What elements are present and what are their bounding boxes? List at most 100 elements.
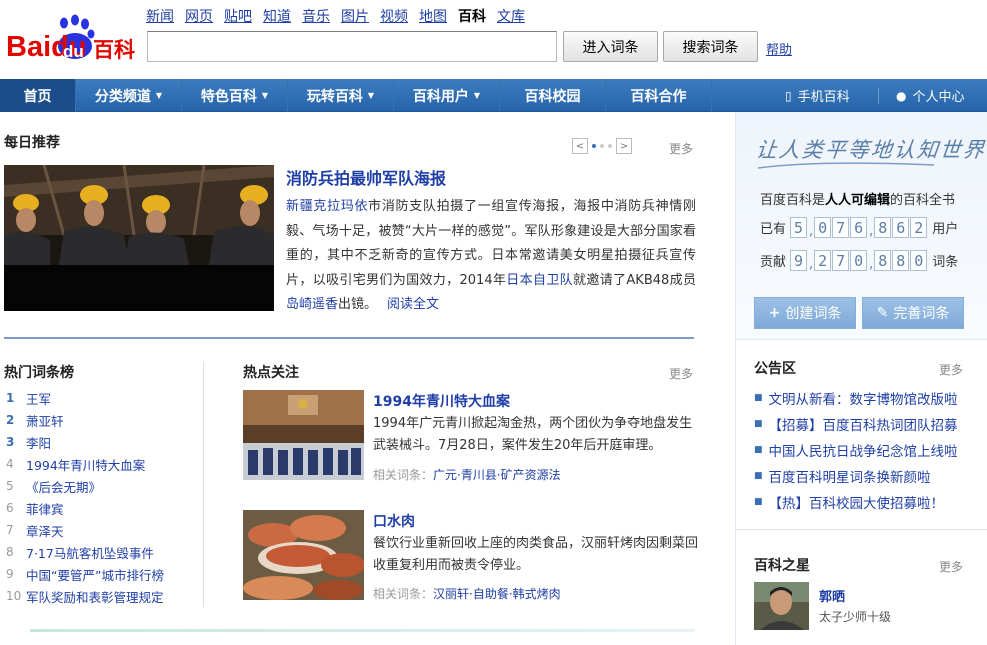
user-icon: ●: [896, 88, 907, 103]
notice-more-link[interactable]: 更多: [939, 361, 963, 378]
related-entries-link[interactable]: 广元·青川县·矿产资源法: [433, 468, 561, 482]
caret-down-icon: ▼: [367, 91, 375, 100]
caret-down-icon: ▼: [155, 91, 163, 100]
daily-feature-image[interactable]: [4, 165, 274, 311]
carousel-prev-button[interactable]: <: [572, 138, 588, 154]
notice-item[interactable]: ■ 【招募】百度百科热词团队招募: [754, 411, 958, 437]
daily-headline-link[interactable]: 消防兵拍最帅军队海报: [286, 165, 446, 189]
product-nav-link[interactable]: 文库: [497, 6, 525, 26]
hot-entry-item: 7 章泽天: [6, 519, 164, 541]
product-nav-link[interactable]: 新闻: [146, 6, 174, 26]
svg-text:du: du: [63, 42, 84, 61]
bullet-icon: ■: [754, 393, 763, 403]
main-nav-item[interactable]: 首页: [0, 79, 76, 112]
notice-item[interactable]: ■ 文明从新看：数字博物馆改版啦: [754, 385, 958, 411]
carousel-dot[interactable]: [600, 144, 604, 148]
star-name-link[interactable]: 郭晒: [819, 586, 845, 605]
product-nav-link[interactable]: 网页: [185, 6, 213, 26]
hot-entry-link[interactable]: 章泽天: [26, 521, 64, 540]
logo-product-text: 百科: [93, 38, 135, 62]
improve-entry-button[interactable]: ✎ 完善词条: [862, 297, 964, 329]
enter-entry-button[interactable]: 进入词条: [563, 31, 658, 62]
baidu-baike-logo[interactable]: Baidu du 百科: [4, 12, 139, 64]
personal-center-link[interactable]: ● 个人中心: [896, 79, 965, 112]
hot-entry-item: 2 萧亚轩: [6, 409, 164, 431]
rank-number: 2: [6, 413, 15, 427]
product-nav-link[interactable]: 音乐: [302, 6, 330, 26]
main-nav-label: 玩转百科: [306, 88, 363, 105]
slogan-underline: [757, 162, 935, 169]
mobile-baike-label: 手机百科: [797, 90, 850, 105]
counter-digit: 9: [790, 250, 808, 271]
product-nav-link[interactable]: 知道: [263, 6, 291, 26]
read-more-link[interactable]: 阅读全文: [387, 297, 439, 312]
hotspot-title-link[interactable]: 1994年青川特大血案: [373, 391, 510, 411]
hotspot-desc: 1994年广元青川掀起淘金热，两个团伙为争夺地盘发生武装械斗。7月28日，案件发…: [373, 416, 693, 453]
hot-entry-link[interactable]: 军队奖励和表彰管理规定: [26, 587, 164, 606]
main-nav-item[interactable]: 特色百科 ▼: [182, 79, 288, 112]
product-nav-link[interactable]: 贴吧: [224, 6, 252, 26]
hotspot-title-link[interactable]: 口水肉: [373, 511, 415, 531]
main-nav-item[interactable]: 分类频道 ▼: [76, 79, 182, 112]
hot-entry-link[interactable]: 李阳: [26, 433, 51, 452]
star-avatar[interactable]: [754, 582, 809, 630]
related-entries-link[interactable]: 汉丽轩·自助餐·韩式烤肉: [433, 587, 561, 601]
product-nav-link[interactable]: 视频: [380, 6, 408, 26]
main-nav-item[interactable]: 玩转百科 ▼: [288, 79, 394, 112]
hotspot-desc: 餐饮行业重新回收上座的肉类食品，汉丽轩烤肉因剩菜回收重复利用而被责令停业。: [373, 536, 699, 573]
hot-entry-link[interactable]: 7·17马航客机坠毁事件: [26, 543, 154, 562]
related-label: 相关词条：: [373, 587, 434, 601]
main-nav-label: 特色百科: [200, 88, 257, 105]
carousel-dot[interactable]: [592, 144, 596, 148]
carousel-dot[interactable]: [608, 144, 612, 148]
product-nav-link[interactable]: 百科: [458, 6, 486, 26]
notice-text: 【招募】百度百科热词团队招募: [768, 418, 958, 434]
plus-icon: +: [768, 305, 781, 321]
product-nav-link[interactable]: 地图: [419, 6, 447, 26]
inline-entry-link[interactable]: 新疆克拉玛依: [286, 199, 368, 214]
create-entry-button[interactable]: + 创建词条: [754, 297, 856, 329]
caret-down-icon: ▼: [261, 91, 269, 100]
daily-more-link[interactable]: 更多: [669, 140, 693, 157]
star-title: 百科之星: [754, 558, 810, 574]
main-nav-item[interactable]: 百科合作: [606, 79, 712, 112]
hot-entry-item: 4 1994年青川特大血案: [6, 453, 164, 475]
hot-entry-item: 9 中国“要管严”城市排行榜: [6, 563, 164, 585]
hot-entry-link[interactable]: 王军: [26, 389, 51, 408]
carousel-next-button[interactable]: >: [616, 138, 632, 154]
counter-digit: 7: [832, 250, 850, 271]
hotspot-image-courtroom[interactable]: [243, 390, 364, 480]
notice-text: 文明从新看：数字博物馆改版啦: [768, 392, 958, 408]
help-link[interactable]: 帮助: [766, 39, 792, 58]
notice-text: 【热】百科校园大使招募啦！: [768, 496, 945, 512]
hot-entry-link[interactable]: 萧亚轩: [26, 411, 64, 430]
mobile-baike-link[interactable]: ▯ 手机百科: [785, 79, 850, 112]
notice-item[interactable]: ■ 百度百科明星词条换新颜啦: [754, 463, 958, 489]
search-entry-button[interactable]: 搜索词条: [663, 31, 758, 62]
hot-entry-link[interactable]: 菲律宾: [26, 499, 64, 518]
hot-entry-item: 5 《后会无期》: [6, 475, 164, 497]
search-input[interactable]: [147, 31, 557, 62]
main-nav-item[interactable]: 百科用户 ▼: [394, 79, 500, 112]
summary-text: 出镜。: [338, 297, 378, 312]
notice-item[interactable]: ■ 中国人民抗日战争纪念馆上线啦: [754, 437, 958, 463]
main-nav-label: 百科用户: [412, 88, 469, 105]
inline-entry-link[interactable]: 岛崎遥香: [286, 297, 338, 312]
hot-entry-link[interactable]: 中国“要管严”城市排行榜: [26, 565, 164, 584]
hot-entry-link[interactable]: 《后会无期》: [26, 477, 101, 496]
hot-entry-link[interactable]: 1994年青川特大血案: [26, 455, 145, 474]
bullet-icon: ■: [754, 419, 763, 429]
star-more-link[interactable]: 更多: [939, 558, 963, 575]
summary-text: 就邀请了AKB48成员: [573, 272, 696, 288]
hot-entry-item: 8 7·17马航客机坠毁事件: [6, 541, 164, 563]
main-nav-item[interactable]: 百科校园: [500, 79, 606, 112]
hot-entry-item: 6 菲律宾: [6, 497, 164, 519]
hot-entry-item: 10 军队奖励和表彰管理规定: [6, 585, 164, 607]
notice-item[interactable]: ■ 【热】百科校园大使招募啦！: [754, 489, 958, 515]
hotspot-more-link[interactable]: 更多: [669, 365, 693, 382]
hot-entries-list: 1 王军 2 萧亚轩 3 李阳 4 1994年青川特大血案 5 《后会无期》 6 菲律宾 7 章泽天 8 7·…: [6, 387, 164, 607]
product-nav-link[interactable]: 图片: [341, 6, 369, 26]
rank-number: 6: [6, 501, 14, 515]
hotspot-image-food[interactable]: [243, 510, 364, 600]
inline-entry-link[interactable]: 日本自卫队: [506, 273, 573, 288]
